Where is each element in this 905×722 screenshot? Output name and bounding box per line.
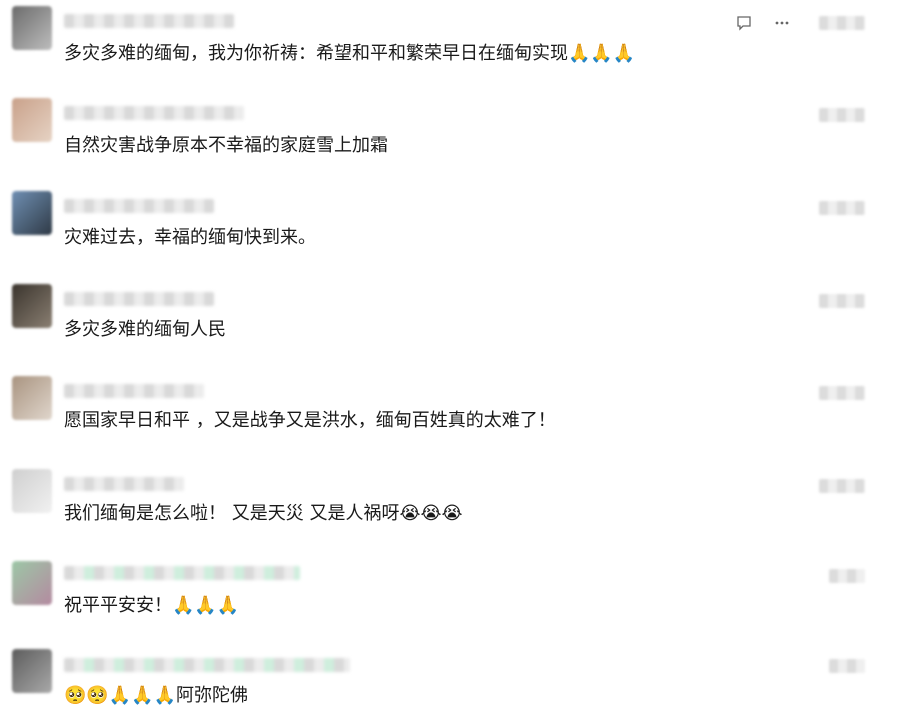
comment-text: 灾难过去，幸福的缅甸快到来。 xyxy=(64,227,316,248)
comment-item: 愿国家早日和平 ，又是战争又是洪水，缅甸百姓真的太难了！ xyxy=(0,370,905,462)
comment-item: 自然灾害战争原本不幸福的家庭雪上加霜 xyxy=(0,92,905,184)
username-blurred[interactable] xyxy=(64,14,234,28)
username-blurred[interactable] xyxy=(64,658,350,672)
comment-item: 灾难过去，幸福的缅甸快到来。 xyxy=(0,185,905,277)
avatar[interactable] xyxy=(12,284,52,328)
avatar[interactable] xyxy=(12,98,52,142)
username-blurred[interactable] xyxy=(64,384,204,398)
timestamp-blurred xyxy=(819,386,865,400)
timestamp-blurred xyxy=(829,659,865,673)
comment-item: 祝平平安安！🙏🙏🙏 xyxy=(0,555,905,647)
avatar[interactable] xyxy=(12,469,52,513)
username-blurred[interactable] xyxy=(64,566,300,580)
comment-icon[interactable] xyxy=(735,14,753,32)
username-blurred[interactable] xyxy=(64,106,244,120)
comment-text: 多灾多难的缅甸，我为你祈祷：希望和平和繁荣早日在缅甸实现🙏🙏🙏 xyxy=(64,43,636,64)
username-blurred[interactable] xyxy=(64,477,184,491)
username-blurred[interactable] xyxy=(64,199,214,213)
comment-text: 祝平平安安！🙏🙏🙏 xyxy=(64,595,240,616)
timestamp-blurred xyxy=(819,479,865,493)
timestamp-blurred xyxy=(819,294,865,308)
comment-text: 🥺🥺🙏🙏🙏阿弥陀佛 xyxy=(64,685,249,706)
comment-item: 多灾多难的缅甸人民 xyxy=(0,278,905,370)
comment-text: 愿国家早日和平 ，又是战争又是洪水，缅甸百姓真的太难了！ xyxy=(64,410,556,431)
more-dots-icon[interactable] xyxy=(773,14,791,32)
timestamp-blurred xyxy=(819,201,865,215)
comment-text: 多灾多难的缅甸人民 xyxy=(64,319,226,340)
comment-item: 多灾多难的缅甸，我为你祈祷：希望和平和繁荣早日在缅甸实现🙏🙏🙏 xyxy=(0,0,905,92)
comment-text: 我们缅甸是怎么啦！ 又是天災 又是人祸呀😭😭😭 xyxy=(64,503,463,524)
comment-item: 我们缅甸是怎么啦！ 又是天災 又是人祸呀😭😭😭 xyxy=(0,463,905,555)
comment-actions xyxy=(735,14,791,32)
username-blurred[interactable] xyxy=(64,292,214,306)
avatar[interactable] xyxy=(12,6,52,50)
comment-text: 自然灾害战争原本不幸福的家庭雪上加霜 xyxy=(64,135,388,156)
avatar[interactable] xyxy=(12,649,52,693)
timestamp-blurred xyxy=(819,16,865,30)
avatar[interactable] xyxy=(12,561,52,605)
timestamp-blurred xyxy=(819,108,865,122)
comment-item: 🥺🥺🙏🙏🙏阿弥陀佛 xyxy=(0,647,905,722)
avatar[interactable] xyxy=(12,376,52,420)
timestamp-blurred xyxy=(829,569,865,583)
avatar[interactable] xyxy=(12,191,52,235)
